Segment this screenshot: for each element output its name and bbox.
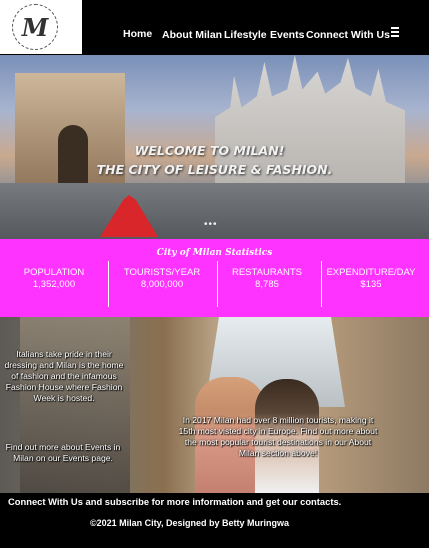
stat-value: 1,352,000: [32, 279, 76, 290]
hero-title-line2: THE CITY OF LEISURE & FASHION.: [96, 162, 333, 177]
stats-title: City of Milan Statistics: [156, 248, 273, 258]
stat-label: TOURISTS/YEAR: [123, 267, 201, 278]
hero-banner: WELCOME TO MILAN! THE CITY OF LEISURE & …: [0, 55, 429, 239]
footer-copyright: ©2021 Milan City, Designed by Betty Muri…: [90, 518, 290, 528]
nav-about-milan[interactable]: About Milan: [162, 29, 222, 41]
plaza: [0, 183, 429, 239]
events-text: Find out more about Events in Milan on o…: [5, 442, 121, 463]
stat-restaurants: RESTAURANTS 8,785: [213, 267, 321, 291]
logo-letter: M: [21, 12, 49, 42]
nav-connect-with-us[interactable]: Connect With Us: [306, 29, 390, 41]
logo-badge: M: [12, 4, 58, 50]
logo[interactable]: M: [0, 0, 82, 54]
hamburger-icon[interactable]: [391, 27, 399, 39]
stat-label: EXPENDITURE/DAY: [326, 267, 416, 278]
stat-label: POPULATION: [23, 267, 85, 278]
lifestyle-section: Italians take pride in their dressing an…: [0, 317, 429, 493]
footer: Connect With Us and subscribe for more i…: [0, 493, 429, 548]
top-navbar: M Home About Milan Lifestyle Events Conn…: [0, 0, 429, 54]
nav-home[interactable]: Home: [123, 28, 152, 40]
stat-expenditure: EXPENDITURE/DAY $135: [317, 267, 425, 291]
fashion-text: Italians take pride in their dressing an…: [4, 349, 124, 403]
stat-label: RESTAURANTS: [231, 267, 303, 278]
stat-population: POPULATION 1,352,000: [0, 267, 108, 291]
statistics-section: City of Milan Statistics POPULATION 1,35…: [0, 239, 429, 317]
couple-photo: [20, 317, 130, 493]
slide-dots[interactable]: •••: [204, 219, 218, 230]
hero-title-line1: WELCOME TO MILAN!: [134, 143, 285, 158]
nav-lifestyle[interactable]: Lifestyle: [224, 29, 267, 41]
nav-events[interactable]: Events: [270, 29, 304, 41]
stat-value: 8,785: [255, 279, 279, 290]
footer-connect-text: Connect With Us and subscribe for more i…: [8, 496, 342, 507]
arcade-arch: [58, 125, 88, 191]
stat-value: 8,000,000: [140, 279, 184, 290]
stat-tourists: TOURISTS/YEAR 8,000,000: [108, 267, 216, 291]
tourists-text: In 2017 Milan had over 8 million tourist…: [178, 415, 378, 458]
stat-value: $135: [360, 279, 382, 290]
